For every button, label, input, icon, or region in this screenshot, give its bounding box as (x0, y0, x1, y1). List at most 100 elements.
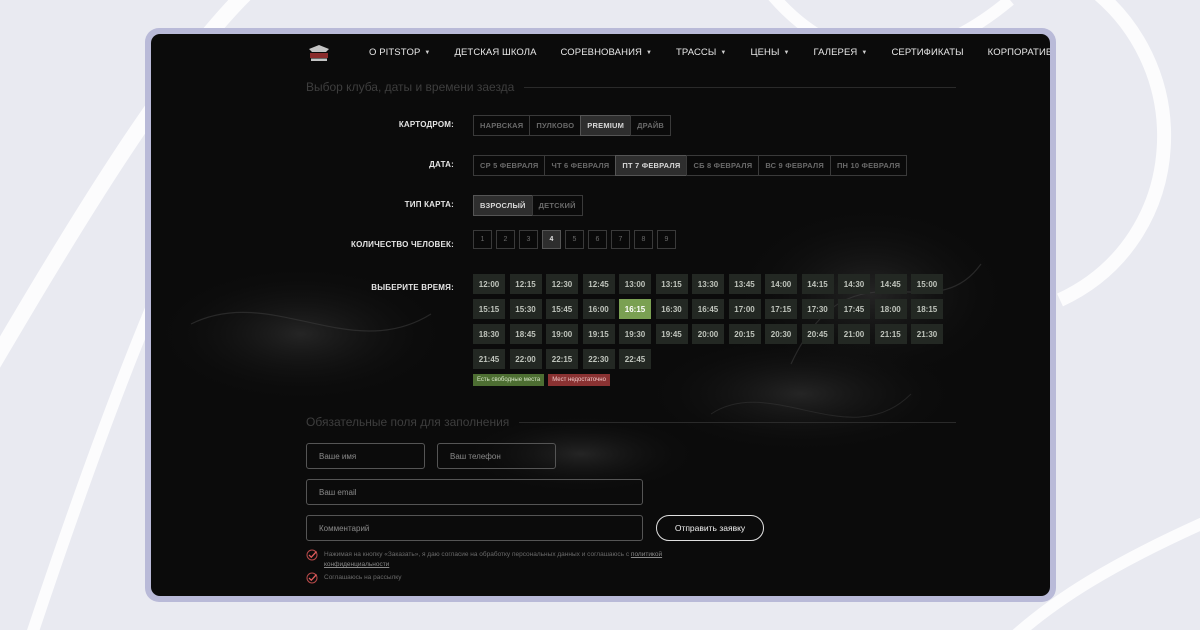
time-slot[interactable]: 18:00 (874, 299, 907, 319)
nav-item[interactable]: ТРАССЫ ▼ (676, 47, 726, 58)
time-slot[interactable]: 15:15 (473, 299, 505, 319)
time-slot[interactable]: 17:00 (728, 299, 761, 319)
time-slot[interactable]: 16:15 (619, 299, 651, 319)
time-slot[interactable]: 13:15 (655, 274, 688, 294)
time-slot[interactable]: 17:45 (838, 299, 870, 319)
legend-unavailable: Мест недостаточно (548, 374, 610, 386)
kart-type-option[interactable]: ВЗРОСЛЫЙ (473, 195, 533, 216)
time-slot[interactable]: 12:15 (509, 274, 542, 294)
time-slot[interactable]: 13:30 (692, 274, 724, 294)
nav-item-label: ГАЛЕРЕЯ (813, 47, 858, 58)
time-slot[interactable]: 16:00 (582, 299, 615, 319)
time-slot[interactable]: 15:30 (509, 299, 542, 319)
name-field[interactable]: Ваше имя (306, 443, 425, 469)
people-count-option[interactable]: 9 (657, 230, 676, 249)
time-slot[interactable]: 13:45 (728, 274, 761, 294)
nav-item-label: ТРАССЫ (676, 47, 717, 58)
people-count-option[interactable]: 2 (496, 230, 515, 249)
time-slot[interactable]: 21:15 (874, 324, 907, 344)
time-slot[interactable]: 17:15 (765, 299, 797, 319)
time-slot[interactable]: 18:30 (473, 324, 505, 344)
time-slot[interactable]: 13:00 (619, 274, 651, 294)
time-slot[interactable]: 20:30 (765, 324, 797, 344)
time-slot[interactable]: 16:45 (692, 299, 724, 319)
time-slot[interactable]: 22:00 (509, 349, 542, 369)
time-slot[interactable]: 19:15 (582, 324, 615, 344)
time-slot[interactable]: 22:45 (619, 349, 651, 369)
time-slot[interactable]: 22:15 (546, 349, 578, 369)
people-count-option[interactable]: 6 (588, 230, 607, 249)
time-slot[interactable]: 22:30 (582, 349, 615, 369)
kart-type-option[interactable]: ДЕТСКИЙ (531, 195, 583, 216)
time-slot[interactable]: 16:30 (655, 299, 688, 319)
date-option[interactable]: СБ 8 ФЕВРАЛЯ (686, 155, 760, 176)
pitstop-logo[interactable] (306, 43, 332, 63)
time-slot[interactable]: 15:45 (546, 299, 578, 319)
kartodrom-label: КАРТОДРОМ: (398, 120, 454, 129)
time-slot[interactable]: 17:30 (801, 299, 834, 319)
time-slot[interactable]: 19:00 (546, 324, 578, 344)
date-option[interactable]: ПТ 7 ФЕВРАЛЯ (615, 155, 688, 176)
time-slot[interactable]: 14:30 (838, 274, 870, 294)
time-slot[interactable]: 18:45 (509, 324, 542, 344)
chevron-down-icon: ▼ (720, 49, 727, 56)
chevron-down-icon: ▼ (645, 49, 653, 56)
comment-field[interactable]: Комментарий (306, 515, 643, 541)
time-slot[interactable]: 12:45 (582, 274, 615, 294)
kartodrom-option[interactable]: ДРАЙВ (630, 115, 672, 136)
nav-item[interactable]: О PITSTOP ▼ (369, 47, 430, 58)
people-count-option[interactable]: 8 (634, 230, 653, 249)
top-navigation: О PITSTOP ▼ ДЕТСКАЯ ШКОЛА СОРЕВНОВАНИЯ ▼ ТРАС… (151, 34, 1050, 72)
time-slot[interactable]: 19:30 (619, 324, 651, 344)
newsletter-text: Соглашаюсь на рассылку (324, 574, 402, 581)
people-count-option[interactable]: 4 (542, 230, 561, 249)
kartodrom-option[interactable]: НАРВСКАЯ (473, 115, 531, 136)
nav-item-label: СОРЕВНОВАНИЯ (560, 47, 642, 58)
date-option[interactable]: СР 5 ФЕВРАЛЯ (473, 155, 546, 176)
time-slot[interactable]: 21:45 (473, 349, 505, 369)
time-slot[interactable]: 15:00 (911, 274, 943, 294)
phone-field-placeholder: Ваш телефон (450, 451, 501, 461)
time-slot[interactable]: 12:00 (473, 274, 505, 294)
time-slot[interactable]: 20:00 (692, 324, 724, 344)
date-option[interactable]: ПН 10 ФЕВРАЛЯ (829, 155, 908, 176)
time-slot[interactable]: 18:15 (911, 299, 943, 319)
newsletter-checkbox-icon[interactable] (306, 572, 318, 584)
nav-item[interactable]: СЕРТИФИКАТЫ (891, 47, 963, 58)
kart-type-selector: ВЗРОСЛЫЙ ДЕТСКИЙ (473, 195, 583, 216)
booking-section-title-text: Выбор клуба, даты и времени заезда (306, 80, 515, 94)
consent-checkbox-icon[interactable] (306, 549, 318, 561)
kartodrom-option[interactable]: ПУЛКОВО (529, 115, 582, 136)
date-option[interactable]: ВС 9 ФЕВРАЛЯ (758, 155, 831, 176)
submit-button[interactable]: Отправить заявку (656, 515, 764, 541)
nav-item[interactable]: ДЕТСКАЯ ШКОЛА (454, 47, 536, 58)
time-slot[interactable]: 14:15 (801, 274, 834, 294)
consent-text: Нажимая на кнопку «Заказать», я даю согл… (324, 550, 664, 570)
time-label: ВЫБЕРИТЕ ВРЕМЯ: (371, 283, 454, 292)
email-field[interactable]: Ваш email (306, 479, 643, 505)
nav-item[interactable]: КОРПОРАТИВЫ (988, 47, 1050, 58)
people-count-option[interactable]: 3 (519, 230, 538, 249)
time-slot[interactable]: 21:00 (838, 324, 870, 344)
time-slot[interactable]: 20:15 (728, 324, 761, 344)
nav-item[interactable]: ЦЕНЫ ▼ (750, 47, 789, 58)
time-slot[interactable]: 12:30 (546, 274, 578, 294)
kartodrom-option[interactable]: PREMIUM (580, 115, 632, 136)
time-slot[interactable]: 19:45 (655, 324, 688, 344)
date-option[interactable]: ЧТ 6 ФЕВРАЛЯ (544, 155, 617, 176)
time-slot[interactable]: 21:30 (911, 324, 943, 344)
divider (519, 421, 956, 423)
people-count-option[interactable]: 7 (611, 230, 630, 249)
nav-item[interactable]: СОРЕВНОВАНИЯ ▼ (561, 47, 652, 58)
time-slot[interactable]: 20:45 (801, 324, 834, 344)
kartodrom-selector: НАРВСКАЯ ПУЛКОВО PREMIUM ДРАЙВ (473, 115, 672, 136)
time-slot[interactable]: 14:45 (874, 274, 907, 294)
nav-item[interactable]: ГАЛЕРЕЯ ▼ (814, 47, 868, 58)
form-section-title: Обязательные поля для заполнения (306, 415, 956, 429)
time-slot[interactable]: 14:00 (765, 274, 797, 294)
phone-field[interactable]: Ваш телефон (437, 443, 556, 469)
people-count-option[interactable]: 5 (565, 230, 584, 249)
kart-type-label: ТИП КАРТА: (404, 200, 454, 209)
time-slot-grid: 12:00 12:15 12:30 12:45 13:00 13:15 13:30 13:45… (473, 274, 953, 369)
people-count-option[interactable]: 1 (473, 230, 492, 249)
